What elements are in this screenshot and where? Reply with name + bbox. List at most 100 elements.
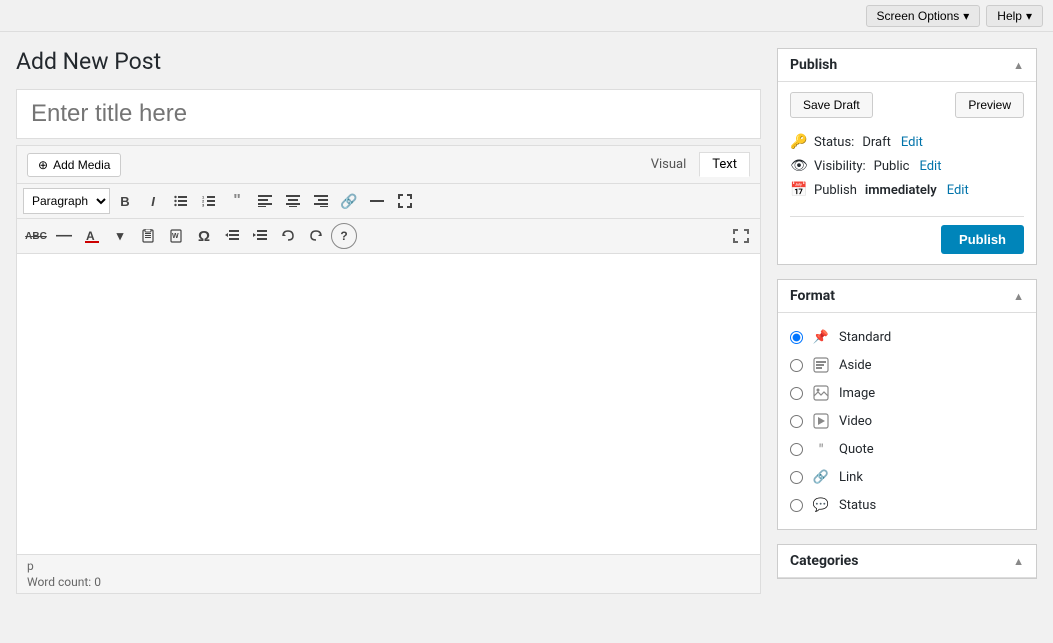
status-edit-link[interactable]: Edit: [901, 135, 923, 150]
svg-text:3: 3: [202, 203, 205, 208]
format-aside-radio[interactable]: [790, 359, 803, 372]
publish-button[interactable]: Publish: [941, 225, 1024, 254]
format-quote-radio[interactable]: [790, 443, 803, 456]
editor-container: ⊕ Add Media Visual Text Paragraph B: [16, 145, 761, 594]
hr-divider-button[interactable]: —: [51, 223, 77, 249]
format-standard-radio[interactable]: [790, 331, 803, 344]
word-count-label: Word count: 0: [27, 575, 750, 589]
format-quote-label: Quote: [839, 442, 874, 457]
publish-footer: Publish: [790, 216, 1024, 254]
svg-text:W: W: [172, 233, 179, 240]
sidebar: Publish ▲ Save Draft Preview 🔑 Status:: [777, 48, 1037, 594]
categories-box-header: Categories ▲: [778, 545, 1036, 578]
publish-buttons: Save Draft Preview: [790, 92, 1024, 118]
toolbar-row-2: ABC — A ▾ W Ω: [17, 219, 760, 254]
unordered-list-button[interactable]: [168, 188, 194, 214]
publish-time: immediately: [865, 183, 937, 198]
format-aside-label: Aside: [839, 358, 872, 373]
toolbar-row-1: Paragraph B I 123 ": [17, 184, 760, 219]
save-draft-button[interactable]: Save Draft: [790, 92, 873, 118]
fullscreen-button[interactable]: [392, 188, 418, 214]
quote-icon: ": [811, 439, 831, 459]
publish-box: Publish ▲ Save Draft Preview 🔑 Status:: [777, 48, 1037, 265]
standard-icon: 📌: [811, 327, 831, 347]
tab-visual[interactable]: Visual: [638, 152, 700, 177]
text-color-button[interactable]: A: [79, 223, 105, 249]
image-icon: [811, 383, 831, 403]
categories-collapse-icon[interactable]: ▲: [1013, 555, 1024, 568]
video-icon: [811, 411, 831, 431]
align-left-button[interactable]: [252, 188, 278, 214]
expand-icon: [733, 229, 749, 243]
redo-button[interactable]: [303, 223, 329, 249]
link-button[interactable]: 🔗: [336, 188, 362, 214]
editor-top-bar: ⊕ Add Media Visual Text: [17, 146, 760, 184]
format-collapse-icon[interactable]: ▲: [1013, 290, 1024, 303]
expand-editor-button[interactable]: [728, 223, 754, 249]
visibility-edit-link[interactable]: Edit: [919, 159, 941, 174]
help-button[interactable]: Help ▾: [986, 5, 1043, 27]
format-list: 📌 Standard Aside: [790, 323, 1024, 519]
help-toolbar-button[interactable]: ?: [331, 223, 357, 249]
hr-button[interactable]: [364, 188, 390, 214]
align-right-button[interactable]: [308, 188, 334, 214]
status-format-icon: 💬: [811, 495, 831, 515]
screen-options-label: Screen Options: [877, 9, 960, 23]
italic-button[interactable]: I: [140, 188, 166, 214]
indent-button[interactable]: [247, 223, 273, 249]
format-image-radio[interactable]: [790, 387, 803, 400]
special-char-button[interactable]: Ω: [191, 223, 217, 249]
visibility-label: Visibility:: [814, 159, 866, 174]
text-color-dropdown-button[interactable]: ▾: [107, 223, 133, 249]
ordered-list-button[interactable]: 123: [196, 188, 222, 214]
blockquote-button[interactable]: ": [224, 188, 250, 214]
format-standard-label: Standard: [839, 330, 891, 345]
format-box-header: Format ▲: [778, 280, 1036, 313]
editor-body[interactable]: [17, 254, 760, 554]
help-label: Help: [997, 9, 1022, 23]
add-media-button[interactable]: ⊕ Add Media: [27, 153, 121, 177]
format-box: Format ▲ 📌 Standard Aside: [777, 279, 1037, 530]
status-value: Draft: [862, 135, 891, 150]
content-area: Add New Post ⊕ Add Media Visual Text: [16, 48, 761, 594]
publish-title: Publish: [790, 57, 837, 73]
publish-meta: 🔑 Status: Draft Edit 👁 Visibility: Publi…: [790, 130, 1024, 202]
format-box-body: 📌 Standard Aside: [778, 313, 1036, 529]
add-media-icon: ⊕: [38, 158, 48, 172]
editor-tabs: Visual Text: [638, 152, 750, 177]
status-icon: 🔑: [790, 134, 808, 150]
publish-time-edit-link[interactable]: Edit: [947, 183, 969, 198]
expand-button-container: [728, 223, 754, 249]
paste-text-button[interactable]: [135, 223, 161, 249]
align-center-button[interactable]: [280, 188, 306, 214]
status-label: Status:: [814, 135, 854, 150]
publish-box-header: Publish ▲: [778, 49, 1036, 82]
outdent-button[interactable]: [219, 223, 245, 249]
format-video: Video: [790, 407, 1024, 435]
bold-button[interactable]: B: [112, 188, 138, 214]
strikethrough-button[interactable]: ABC: [23, 223, 49, 249]
editor-footer: p Word count: 0: [17, 554, 760, 593]
undo-button[interactable]: [275, 223, 301, 249]
publish-label: Publish: [814, 183, 857, 198]
format-status-radio[interactable]: [790, 499, 803, 512]
format-image-label: Image: [839, 386, 875, 401]
format-image: Image: [790, 379, 1024, 407]
post-title-input[interactable]: [16, 89, 761, 139]
svg-text:A: A: [86, 229, 95, 243]
main-layout: Add New Post ⊕ Add Media Visual Text: [0, 32, 1053, 594]
paste-word-button[interactable]: W: [163, 223, 189, 249]
preview-button[interactable]: Preview: [955, 92, 1024, 118]
format-standard: 📌 Standard: [790, 323, 1024, 351]
visibility-icon: 👁: [790, 158, 808, 174]
paragraph-select[interactable]: Paragraph: [23, 188, 110, 214]
publish-time-row: 📅 Publish immediately Edit: [790, 178, 1024, 202]
format-video-radio[interactable]: [790, 415, 803, 428]
tab-text[interactable]: Text: [699, 152, 750, 177]
aside-icon: [811, 355, 831, 375]
categories-title: Categories: [790, 553, 858, 569]
format-link-radio[interactable]: [790, 471, 803, 484]
publish-collapse-icon[interactable]: ▲: [1013, 59, 1024, 72]
link-format-icon: 🔗: [811, 467, 831, 487]
screen-options-button[interactable]: Screen Options ▾: [866, 5, 981, 27]
